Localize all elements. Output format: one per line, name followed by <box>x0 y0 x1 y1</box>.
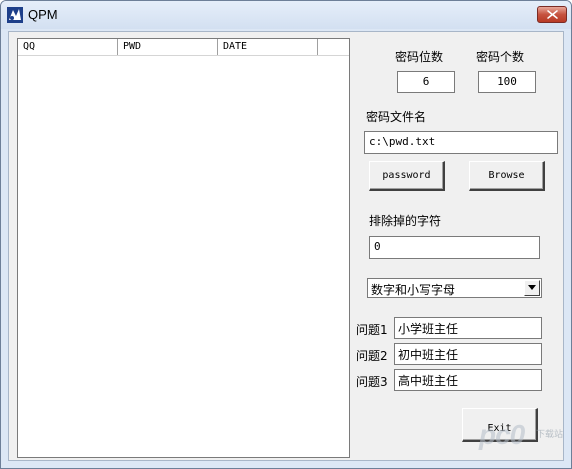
list-header: QQ PWD DATE <box>18 39 349 56</box>
password-count-label: 密码个数 <box>476 50 525 64</box>
window-title: QPM <box>28 7 58 22</box>
client-area: QQ PWD DATE 密码位数 密码个数 6 100 密码文件名 c:\pwd… <box>8 31 564 461</box>
exclude-chars-input[interactable]: 0 <box>369 236 540 259</box>
password-file-label: 密码文件名 <box>366 110 427 124</box>
column-header-extra[interactable] <box>318 39 349 55</box>
password-count-input[interactable]: 100 <box>478 71 536 93</box>
close-button[interactable] <box>537 6 567 23</box>
question2-input[interactable]: 初中班主任 <box>394 343 542 365</box>
browse-button[interactable]: Browse <box>469 161 545 191</box>
charset-selected-value: 数字和小写字母 <box>371 283 456 297</box>
exclude-chars-label: 排除掉的字符 <box>369 214 442 228</box>
title-bar[interactable]: QPM <box>1 1 571 29</box>
column-header-qq[interactable]: QQ <box>18 39 118 55</box>
question3-label: 问题3 <box>356 375 388 389</box>
password-length-label: 密码位数 <box>395 50 444 64</box>
app-window: QPM QQ PWD DATE 密码位数 密码个数 6 100 密码文件名 c:… <box>0 0 572 469</box>
password-list[interactable]: QQ PWD DATE <box>17 38 350 458</box>
chevron-down-icon <box>528 285 536 290</box>
dropdown-button[interactable] <box>524 280 540 296</box>
password-file-input[interactable]: c:\pwd.txt <box>364 131 558 154</box>
charset-select[interactable]: 数字和小写字母 <box>367 278 542 298</box>
question2-label: 问题2 <box>356 349 388 363</box>
password-length-input[interactable]: 6 <box>397 71 455 93</box>
column-header-pwd[interactable]: PWD <box>118 39 218 55</box>
close-icon <box>547 10 558 19</box>
question3-input[interactable]: 高中班主任 <box>394 369 542 391</box>
watermark-logo: pc0 <box>479 419 525 450</box>
watermark-caption: 下载站 <box>536 430 564 440</box>
question1-input[interactable]: 小学班主任 <box>394 317 542 339</box>
password-button[interactable]: password <box>369 161 445 191</box>
question1-label: 问题1 <box>356 323 388 337</box>
app-icon <box>7 7 23 23</box>
column-header-date[interactable]: DATE <box>218 39 318 55</box>
